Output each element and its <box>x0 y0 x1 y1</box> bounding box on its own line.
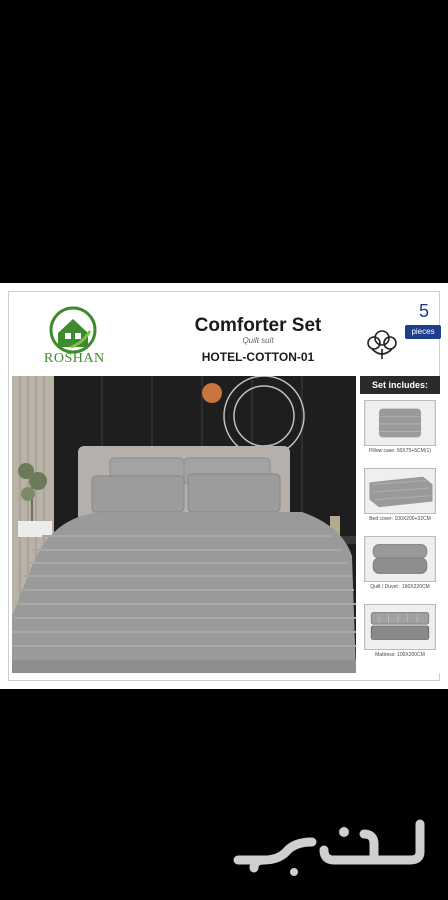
product-subtitle: Quilt suit <box>242 336 274 345</box>
set-item-caption: Mattress: 100X200CM <box>375 652 425 658</box>
mattress-image-icon <box>364 604 436 650</box>
piece-count: 5 <box>418 301 429 321</box>
brand-name: ROSHAN <box>44 351 105 366</box>
product-title: Comforter Set <box>194 315 322 336</box>
product-card: ROSHAN Comforter Set Quilt suit HOTEL-CO… <box>0 283 448 689</box>
bedroom-photo <box>12 376 356 673</box>
folded-quilt-image-icon <box>364 536 436 582</box>
product-model: HOTEL-COTTON-01 <box>201 350 315 364</box>
pieces-badge: pieces <box>405 325 441 339</box>
set-includes-heading: Set includes: <box>360 376 440 394</box>
haraj-watermark-icon <box>233 819 425 876</box>
set-item-caption: Quilt / Duvet : 160X220CM <box>370 584 430 590</box>
set-item-caption: Pillow case: 50X75+5CM(1) <box>369 448 431 454</box>
cotton-flower-icon <box>367 330 397 359</box>
set-includes-panel: Set includes: Pillow case: 50X75+5CM(1) … <box>360 376 440 673</box>
set-item-caption: Bed cover: 100X200+32CM <box>369 516 431 522</box>
pillow-image-icon <box>364 400 436 446</box>
fitted-sheet-image-icon <box>364 468 436 514</box>
